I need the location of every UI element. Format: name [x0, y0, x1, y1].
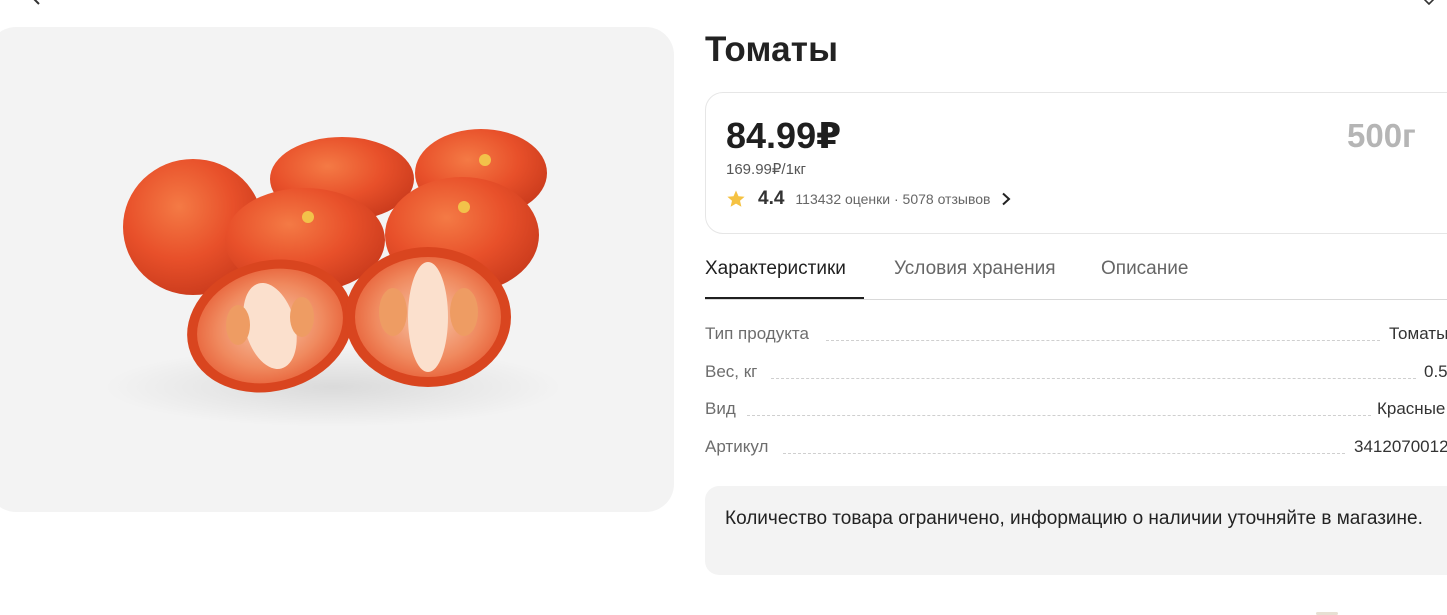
product-title: Томаты [705, 30, 839, 69]
tomatoes-illustration [103, 129, 563, 427]
price-card: 84.99₽ 169.99₽/1кг 500г 4.4 113432 оценк… [705, 92, 1447, 234]
spec-row: Вид Красные [705, 393, 1447, 423]
spec-label: Вес, кг [705, 362, 758, 381]
active-tab-indicator [705, 297, 864, 299]
spec-leader [771, 378, 1416, 379]
favorite-icon[interactable] [1422, 0, 1436, 5]
tab-description[interactable]: Описание [1101, 258, 1188, 299]
spec-row: Артикул 3412070012 [705, 431, 1447, 461]
spec-row: Тип продукта Томаты [705, 318, 1447, 348]
rating-count: 113432 оценки · 5078 отзывов [795, 191, 991, 207]
star-icon [727, 190, 745, 207]
package-weight: 500г [1347, 117, 1416, 154]
tab-storage-conditions[interactable]: Условия хранения [894, 258, 1056, 299]
chevron-right-icon [1002, 192, 1011, 206]
spec-row: Вес, кг 0.5 [705, 356, 1447, 386]
spec-leader [747, 415, 1371, 416]
rating-link[interactable]: 4.4 113432 оценки · 5078 отзывов [726, 187, 1012, 211]
spec-value: 3412070012 [1354, 437, 1447, 456]
spec-label: Тип продукта [705, 324, 809, 343]
spec-value: Томаты [1389, 324, 1447, 343]
availability-notice: Количество товара ограничено, информацию… [705, 486, 1447, 575]
spec-value: 0.5 [1424, 362, 1447, 381]
notice-text: Количество товара ограничено, информацию… [725, 508, 1423, 529]
spec-value: Красные [1377, 399, 1446, 418]
product-page: Томаты 84.99₽ 169.99₽/1кг 500г 4.4 11343… [0, 0, 1447, 615]
spec-label: Артикул [705, 437, 769, 456]
unit-price: 169.99₽/1кг [726, 161, 806, 178]
spec-leader [826, 340, 1380, 341]
tab-characteristics[interactable]: Характеристики [705, 258, 846, 299]
price: 84.99₽ [726, 115, 842, 156]
rating-value: 4.4 [758, 188, 785, 209]
spec-leader [783, 453, 1345, 454]
tabs: Характеристики Условия хранения Описание [705, 255, 1447, 300]
spec-label: Вид [705, 399, 736, 418]
product-image [0, 27, 674, 512]
back-arrow-icon[interactable] [30, 0, 44, 5]
